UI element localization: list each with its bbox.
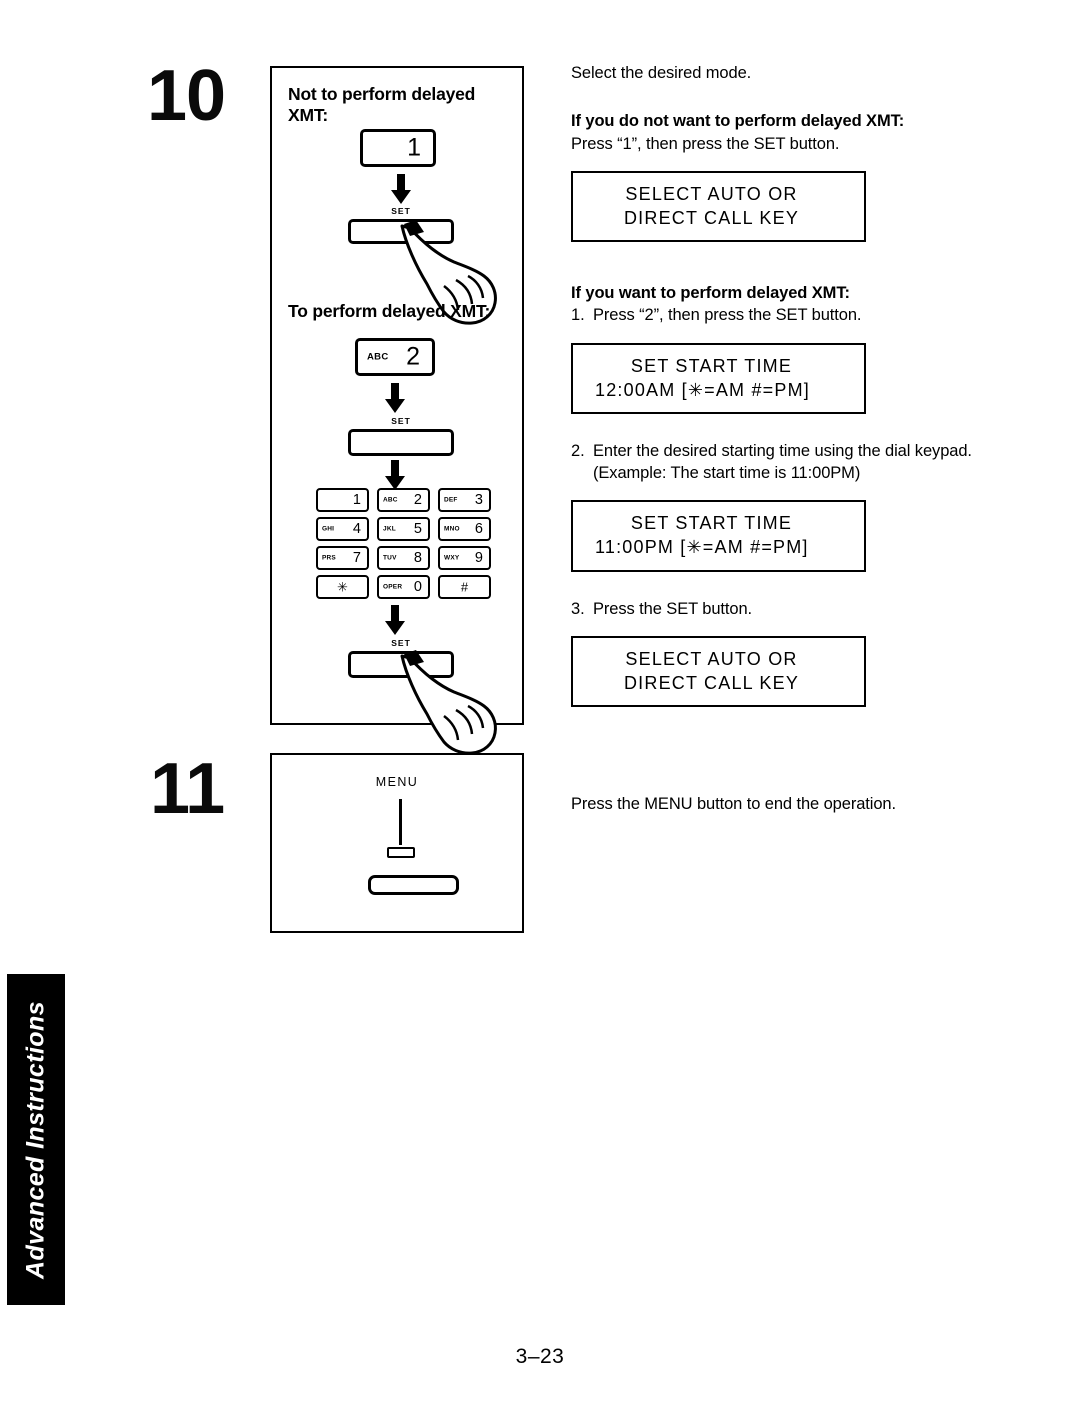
keypad-key-symbol: # (460, 579, 469, 595)
menu-button-callout-label: MENU (375, 775, 419, 789)
lcd-display-3: SET START TIME 11:00PM [✳=AM #=PM] (571, 500, 866, 572)
step-number-10: 10 (147, 56, 226, 136)
keypad-key-4: GHI 4 (316, 517, 369, 541)
set-button-label-2: SET (391, 416, 411, 426)
set-button-bar-2 (348, 429, 454, 456)
keypad-key-letters: GHI (322, 525, 335, 533)
keypad-key-6: MNO 6 (438, 517, 491, 541)
lcd-display-4: SELECT AUTO OR DIRECT CALL KEY (571, 635, 866, 707)
lcd-display-1-line-1: SELECT AUTO OR (625, 183, 798, 204)
keypad-key-symbol: ✳ (337, 579, 348, 595)
keypad-key-8: TUV 8 (377, 546, 430, 570)
lcd-display-2: SET START TIME 12:00AM [✳=AM #=PM] (571, 342, 866, 414)
down-arrow-icon (385, 605, 405, 635)
keypad-row: GHI 4 JKL 5 MNO 6 (316, 517, 491, 541)
set-button-label-3: SET (391, 638, 411, 648)
panel-heading-not-delayed: Not to perform delayed XMT: (288, 84, 476, 126)
list-item-3-text: Press the SET button. (593, 599, 753, 618)
down-arrow-icon (385, 383, 405, 413)
keypad-key-1: 1 (316, 488, 369, 512)
keypad-key-digit: 7 (352, 549, 361, 566)
lcd-display-1: SELECT AUTO OR DIRECT CALL KEY (571, 170, 866, 243)
key-1-digit: 1 (407, 133, 421, 162)
lcd-display-4-line-2: DIRECT CALL KEY (623, 672, 800, 693)
keypad-key-5: JKL 5 (377, 517, 430, 541)
side-tab-label: Advanced Instructions (21, 1000, 50, 1279)
text-not-delayed-xmt: Press “1”, then press the SET button. (571, 134, 840, 153)
list-item-2: 2. Enter the desired starting time using… (571, 440, 991, 485)
list-item-2-text: Enter the desired starting time using th… (593, 441, 972, 483)
lcd-display-4-line-1: SELECT AUTO OR (625, 648, 798, 669)
keypad-key-✳: ✳ (316, 575, 369, 599)
keypad-key-letters: PRS (322, 554, 336, 562)
keypad-key-letters: ABC (383, 496, 398, 504)
page-number: 3–23 (515, 1345, 565, 1368)
instruction-column: Select the desired mode. If you do not w… (571, 62, 991, 815)
keypad-key-0: OPER 0 (377, 575, 430, 599)
keypad-key-digit: 0 (413, 578, 422, 595)
side-tab-advanced-instructions: Advanced Instructions (7, 974, 65, 1305)
keypad-key-7: PRS 7 (316, 546, 369, 570)
list-item-3: 3. Press the SET button. (571, 598, 991, 620)
keypad-key-letters: JKL (383, 525, 396, 533)
lcd-display-1-line-2: DIRECT CALL KEY (623, 207, 800, 228)
list-item-1: 1. Press “2”, then press the SET button. (571, 304, 991, 326)
key-2-graphic: ABC 2 (355, 338, 435, 376)
list-item-1-number: 1. (571, 306, 585, 325)
key-2-digit: 2 (406, 342, 420, 371)
keypad-key-digit: 1 (352, 491, 361, 508)
menu-button-graphic (387, 847, 415, 858)
keypad-key-letters: MNO (444, 525, 460, 533)
keypad-key-#: # (438, 575, 491, 599)
keypad-key-letters: WXY (444, 554, 460, 562)
list-item-3-number: 3. (571, 599, 585, 618)
dial-keypad-graphic: 1 ABC 2 DEF 3 GHI 4 JKL 5 MNO 6 PRS 7 TUV 8 WXY 9 ✳ OPER 0 # (316, 488, 491, 600)
keypad-key-digit: 8 (413, 549, 422, 566)
down-arrow-icon (385, 460, 405, 490)
pointing-hand-icon (400, 650, 497, 755)
keypad-key-digit: 6 (474, 520, 483, 537)
keypad-key-digit: 3 (474, 491, 483, 508)
text-step-11: Press the MENU button to end the operati… (571, 795, 896, 813)
keypad-row: ✳ OPER 0 # (316, 575, 491, 599)
keypad-key-2: ABC 2 (377, 488, 430, 512)
heading-delayed-xmt: If you want to perform delayed XMT: (571, 284, 850, 303)
step-number-11: 11 (150, 749, 225, 829)
heading-not-delayed-xmt: If you do not want to perform delayed XM… (571, 112, 905, 131)
keypad-key-digit: 2 (413, 491, 422, 508)
keypad-key-letters: TUV (383, 554, 397, 562)
keypad-key-3: DEF 3 (438, 488, 491, 512)
keypad-key-digit: 5 (413, 520, 422, 537)
illustration-panel-step-11: MENU (270, 753, 524, 933)
lcd-display-3-line-2: 11:00PM [✳=AM #=PM] (595, 537, 809, 558)
panel-heading-to-delayed: To perform delayed XMT: (288, 301, 491, 321)
keypad-key-9: WXY 9 (438, 546, 491, 570)
set-button-graphic-2: SET (348, 416, 454, 456)
keypad-key-letters: OPER (383, 583, 403, 591)
key-1-graphic: 1 (360, 129, 436, 167)
wide-button-graphic (368, 875, 459, 895)
keypad-row: 1 ABC 2 DEF 3 (316, 488, 491, 512)
down-arrow-icon (391, 174, 411, 204)
callout-leader-line (399, 799, 402, 845)
set-button-label-1: SET (391, 206, 411, 216)
keypad-row: PRS 7 TUV 8 WXY 9 (316, 546, 491, 570)
lcd-display-2-line-1: SET START TIME (630, 355, 793, 376)
keypad-key-digit: 4 (352, 520, 361, 537)
list-item-2-number: 2. (571, 441, 585, 460)
list-item-1-text: Press “2”, then press the SET button. (593, 306, 862, 325)
intro-text: Select the desired mode. (571, 64, 752, 82)
illustration-panel-step-10: Not to perform delayed XMT: 1 SET To per… (270, 66, 524, 755)
keypad-key-digit: 9 (474, 549, 483, 566)
keypad-key-letters: DEF (444, 496, 458, 504)
lcd-display-2-line-2: 12:00AM [✳=AM #=PM] (595, 379, 810, 400)
key-2-letters: ABC (367, 351, 389, 363)
lcd-display-3-line-1: SET START TIME (630, 513, 793, 534)
